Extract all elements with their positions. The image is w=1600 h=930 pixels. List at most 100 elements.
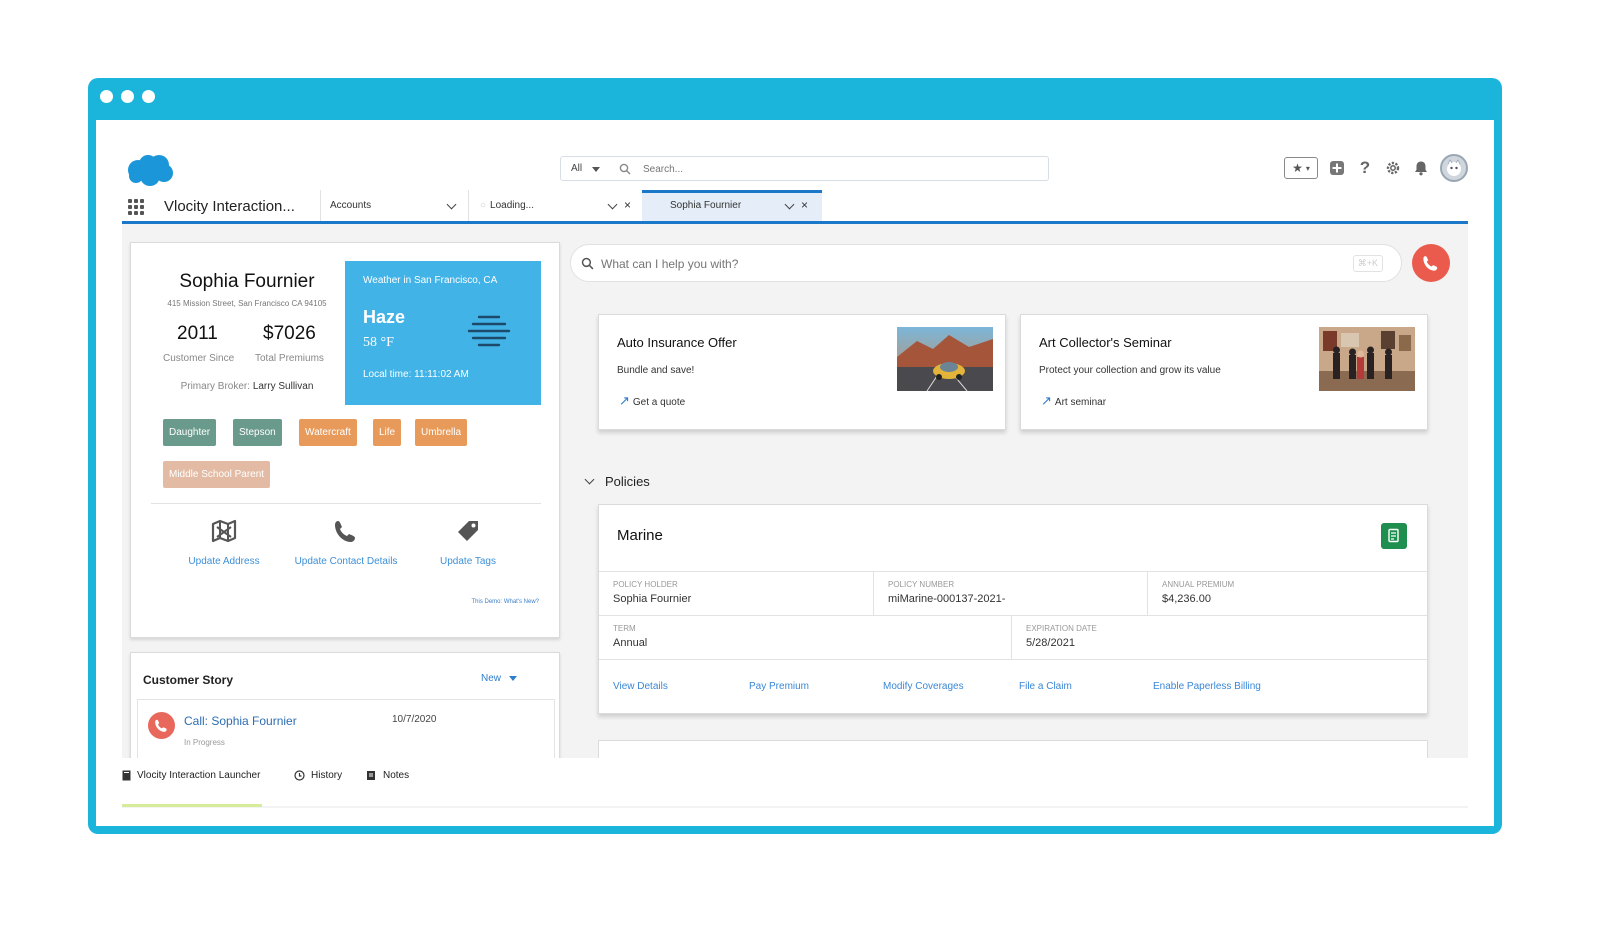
tab-accounts-label: Accounts [330, 200, 372, 211]
update-tags-action[interactable]: Update Tags [413, 519, 523, 569]
utility-item-label: Vlocity Interaction Launcher [137, 770, 261, 781]
utility-history[interactable]: History [294, 770, 342, 781]
modify-coverages-link[interactable]: Modify Coverages [883, 681, 964, 692]
help-icon[interactable]: ? [1356, 158, 1374, 177]
utility-bar-accent [122, 804, 262, 807]
policy-document-icon[interactable] [1381, 523, 1407, 549]
policies-section-header[interactable]: Policies [584, 474, 650, 489]
utility-vlocity-launcher[interactable]: Vlocity Interaction Launcher [122, 770, 260, 781]
policy-number-value: miMarine-000137-2021- [888, 593, 1006, 605]
tag-stepson[interactable]: Stepson [233, 419, 282, 446]
window-dot-minimize[interactable] [121, 90, 134, 103]
offer-link-label: Art seminar [1054, 397, 1107, 408]
offer-card-art-seminar: Art Collector's Seminar Protect your col… [1020, 314, 1428, 430]
global-search-input[interactable] [643, 161, 1023, 177]
tag-watercraft[interactable]: Watercraft [299, 419, 357, 446]
global-search[interactable] [607, 156, 1049, 181]
art-gallery-image [1319, 327, 1415, 391]
app-launcher-icon[interactable] [128, 199, 144, 215]
expiration-date-label: Expiration Date [1026, 624, 1097, 633]
broker-name: Larry Sullivan [252, 381, 314, 392]
policy-row-2: Term Annual Expiration Date 5/28/2021 [599, 615, 1427, 660]
notes-icon [367, 771, 375, 780]
new-dropdown-label: New [481, 673, 502, 684]
term-field: Term Annual [599, 616, 1011, 660]
caret-down-icon [509, 675, 518, 681]
weather-local-time: Local time: 11:11:02 AM [363, 369, 469, 380]
assistant-search-input[interactable] [601, 254, 1301, 274]
expiration-date-field: Expiration Date 5/28/2021 [1011, 616, 1427, 660]
arrow-up-right-icon: ↗ [1041, 393, 1052, 408]
view-details-link[interactable]: View Details [613, 681, 668, 692]
new-dropdown-button[interactable]: New [481, 673, 518, 684]
map-icon [211, 519, 237, 543]
demo-whats-new-link[interactable]: This Demo: What's New? [472, 599, 540, 605]
customer-address: 415 Mission Street, San Francisco CA 941… [167, 299, 327, 308]
setup-gear-icon[interactable] [1384, 159, 1402, 177]
utility-notes[interactable]: Notes [366, 770, 409, 781]
tab-loading[interactable]: ○ Loading... [480, 190, 630, 221]
tag-daughter[interactable]: Daughter [163, 419, 217, 446]
policy-holder-field: Policy Holder Sophia Fournier [599, 572, 875, 616]
nav-separator [320, 190, 321, 221]
utility-bar: Vlocity Interaction Launcher History Not… [122, 758, 1468, 806]
enable-paperless-billing-link[interactable]: Enable Paperless Billing [1153, 681, 1261, 692]
update-contact-action[interactable]: Update Contact Details [291, 519, 401, 569]
console-nav-bar: Vlocity Interaction... Accounts ○ Loading… [122, 190, 1468, 224]
annual-premium-value: $4,236.00 [1162, 593, 1211, 605]
tag-umbrella[interactable]: Umbrella [415, 419, 468, 446]
weather-location: Weather in San Francisco, CA [363, 275, 498, 286]
primary-broker: Primary Broker: Larry Sullivan [131, 381, 363, 392]
close-tab-icon[interactable]: × [801, 198, 808, 212]
close-tab-icon[interactable]: × [624, 198, 631, 212]
tag-middle-school-parent[interactable]: Middle School Parent [163, 461, 271, 488]
pay-premium-link[interactable]: Pay Premium [749, 681, 809, 692]
nav-separator [468, 190, 469, 221]
get-a-quote-link[interactable]: ↗ Get a quote [619, 393, 685, 409]
story-call-link[interactable]: Call: Sophia Fournier [184, 714, 297, 728]
customer-since-label: Customer Since [163, 353, 235, 364]
customer-name: Sophia Fournier [179, 271, 315, 292]
file-a-claim-link[interactable]: File a Claim [1019, 681, 1072, 692]
tab-loading-label: Loading... [490, 200, 534, 211]
add-icon[interactable] [1328, 159, 1346, 177]
tab-sophia-fournier[interactable]: Sophia Fournier [642, 190, 822, 221]
weather-widget: Weather in San Francisco, CA Haze 58 °F … [345, 261, 541, 405]
tag-icon [458, 521, 478, 541]
search-icon [619, 162, 631, 180]
policy-holder-value: Sophia Fournier [613, 593, 692, 605]
update-address-label: Update Address [188, 556, 260, 567]
assistant-search[interactable]: ⌘+K [570, 244, 1402, 282]
app-name: Vlocity Interaction... [164, 198, 295, 215]
story-date: 10/7/2020 [392, 714, 437, 725]
offer-card-auto-insurance: Auto Insurance Offer Bundle and save! ↗ G… [598, 314, 1006, 430]
policy-card-marine: Marine Policy Holder Sophia Fournier Pol… [598, 504, 1428, 714]
phone-icon [335, 521, 355, 542]
policy-row-divider [599, 659, 1427, 660]
loading-spinner-icon: ○ [480, 200, 487, 211]
notification-bell-icon[interactable] [1412, 159, 1430, 177]
phone-call-button[interactable] [1412, 244, 1450, 282]
profile-divider [151, 503, 541, 504]
broker-label: Primary Broker: [180, 381, 251, 392]
global-header: All ★▾ ? [122, 148, 1468, 190]
salesforce-logo[interactable] [126, 154, 174, 191]
favorites-icon[interactable]: ★ ▾ [1284, 157, 1318, 179]
annual-premium-label: Annual Premium [1162, 580, 1235, 589]
weather-condition: Haze [363, 307, 406, 327]
clock-icon [294, 770, 305, 781]
browser-frame: All ★▾ ? [88, 78, 1502, 834]
window-dot-close[interactable] [100, 90, 113, 103]
art-seminar-link[interactable]: ↗ Art seminar [1041, 393, 1106, 409]
policy-holder-label: Policy Holder [613, 580, 678, 589]
window-dot-maximize[interactable] [142, 90, 155, 103]
arrow-up-right-icon: ↗ [619, 393, 630, 408]
update-address-action[interactable]: Update Address [169, 519, 279, 569]
tag-life[interactable]: Life [373, 419, 402, 446]
user-avatar[interactable] [1440, 154, 1468, 182]
customer-since-value: 2011 [177, 323, 218, 344]
search-scope-dropdown[interactable]: All [560, 156, 608, 181]
term-value: Annual [613, 637, 648, 649]
launcher-icon [122, 770, 131, 781]
expiration-date-value: 5/28/2021 [1026, 637, 1075, 649]
